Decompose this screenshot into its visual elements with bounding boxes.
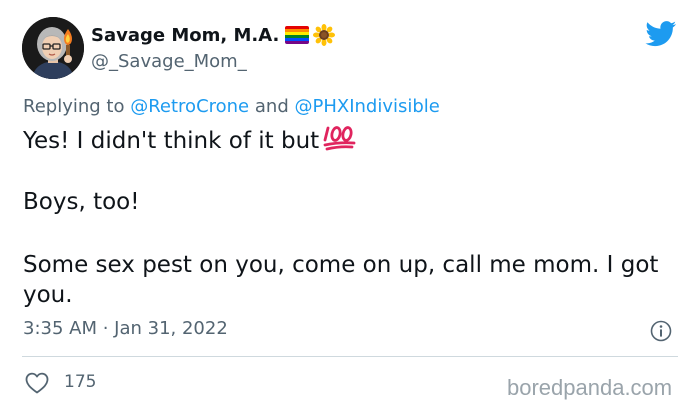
like-count: 175 xyxy=(64,372,97,392)
author-handle[interactable]: @_Savage_Mom_ xyxy=(91,51,247,72)
twitter-bird-icon[interactable] xyxy=(645,21,677,47)
author-name-row[interactable]: Savage Mom, M.A. xyxy=(91,24,336,46)
info-icon[interactable] xyxy=(650,320,672,342)
tweet-paragraph: Some sex pest on you, come on up, call m… xyxy=(23,252,659,308)
rainbow-flag-icon xyxy=(285,26,310,44)
replying-conjunction: and xyxy=(254,96,289,117)
avatar-image xyxy=(22,17,84,79)
heart-icon[interactable] xyxy=(25,372,49,394)
mention-link[interactable]: @PHXIndivisible xyxy=(294,96,439,117)
tweet-card: Savage Mom, M.A. @_Savage_Mom_ Replying … xyxy=(0,0,700,411)
divider xyxy=(22,356,678,357)
replying-to-label: Replying to xyxy=(23,96,125,117)
mention-link[interactable]: @RetroCrone xyxy=(130,96,249,117)
author-display-name[interactable]: Savage Mom, M.A. xyxy=(91,25,279,46)
tweet-paragraph: Yes! I didn't think of it but xyxy=(23,125,357,159)
hundred-points-icon xyxy=(323,125,357,159)
tweet-paragraph: Boys, too! xyxy=(23,189,140,215)
sunflower-icon xyxy=(313,24,336,46)
avatar[interactable] xyxy=(22,17,84,79)
watermark: boredpanda.com xyxy=(507,375,673,400)
replying-to-line: Replying to @RetroCrone and @PHXIndivisi… xyxy=(23,96,440,117)
tweet-paragraph-text: Yes! I didn't think of it but xyxy=(23,128,320,154)
tweet-timestamp[interactable]: 3:35 AM · Jan 31, 2022 xyxy=(23,318,228,339)
